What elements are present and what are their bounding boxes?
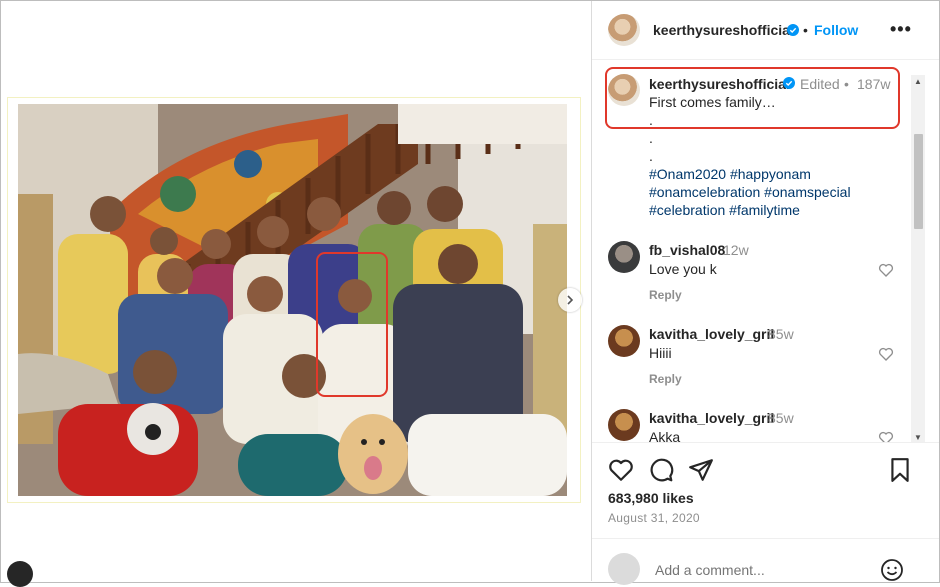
bookmark-icon[interactable]: [887, 457, 913, 483]
comment-icon[interactable]: [648, 457, 674, 483]
post-photo[interactable]: [18, 104, 567, 496]
comment-text: Hiiii: [649, 345, 672, 361]
comment-age: 85w: [768, 410, 794, 426]
caption-hashtags[interactable]: #Onam2020 #happyonam: [649, 165, 811, 183]
add-comment-bar: [592, 538, 939, 585]
comment-avatar[interactable]: [608, 409, 640, 441]
scroll-down-arrow[interactable]: ▼: [914, 433, 922, 442]
comments-list[interactable]: keerthysureshofficial Edited • 187w Firs…: [592, 60, 939, 442]
verified-icon: [783, 77, 795, 89]
emoji-icon[interactable]: [880, 558, 904, 582]
verified-icon: [787, 24, 799, 36]
caption-edited-label: Edited: [800, 76, 840, 92]
reply-button[interactable]: Reply: [649, 288, 682, 302]
author-avatar[interactable]: [608, 14, 640, 46]
heart-icon[interactable]: [878, 346, 894, 362]
family-photo-image: [18, 104, 567, 496]
likes-count[interactable]: 683,980 likes: [608, 490, 694, 506]
profile-avatar-corner[interactable]: [7, 561, 33, 587]
comments-scrollbar[interactable]: ▲ ▼: [911, 75, 925, 442]
author-username[interactable]: keerthysureshofficial: [653, 22, 794, 38]
caption-line: .: [649, 148, 653, 164]
post-actions: [592, 442, 939, 482]
caption-hashtags[interactable]: #onamcelebration #onamspecial: [649, 183, 851, 201]
caption-line: First comes family…: [649, 94, 776, 110]
header-dot-separator: •: [803, 22, 808, 38]
heart-icon[interactable]: [608, 457, 634, 483]
caption-username[interactable]: keerthysureshofficial: [649, 76, 790, 92]
comment-text: Love you k: [649, 261, 717, 277]
comment-username[interactable]: kavitha_lovely_gril: [649, 326, 774, 342]
scroll-up-arrow[interactable]: ▲: [914, 77, 922, 86]
caption-dot: •: [844, 76, 849, 92]
reply-button[interactable]: Reply: [649, 372, 682, 386]
comment-username[interactable]: fb_vishal08: [649, 242, 725, 258]
more-options-button[interactable]: •••: [890, 19, 912, 40]
comment-text: Akka: [649, 429, 681, 442]
comment-avatar[interactable]: [608, 241, 640, 273]
scroll-thumb[interactable]: [914, 134, 923, 229]
caption-author-avatar[interactable]: [608, 74, 640, 106]
caption-age: 187w: [857, 76, 891, 92]
next-image-button[interactable]: [558, 288, 582, 312]
share-icon[interactable]: [688, 457, 714, 483]
post-media: [1, 1, 591, 587]
heart-icon[interactable]: [878, 430, 894, 442]
current-user-avatar: [608, 553, 640, 585]
comment-avatar[interactable]: [608, 325, 640, 357]
comment-username[interactable]: kavitha_lovely_gril: [649, 410, 774, 426]
comment-input[interactable]: [653, 561, 877, 579]
comment-age: 85w: [768, 326, 794, 342]
post-side-panel: keerthysureshofficial • Follow ••• keert…: [591, 1, 939, 585]
chevron-right-icon: [567, 295, 574, 305]
post-date: August 31, 2020: [608, 511, 700, 525]
comment-age: 12w: [723, 242, 749, 258]
caption-line: .: [649, 112, 653, 128]
caption-hashtags[interactable]: #celebration #familytime: [649, 201, 800, 219]
heart-icon[interactable]: [878, 262, 894, 278]
follow-button[interactable]: Follow: [814, 22, 858, 38]
post-header: keerthysureshofficial • Follow •••: [592, 1, 939, 60]
caption-line: .: [649, 130, 653, 146]
